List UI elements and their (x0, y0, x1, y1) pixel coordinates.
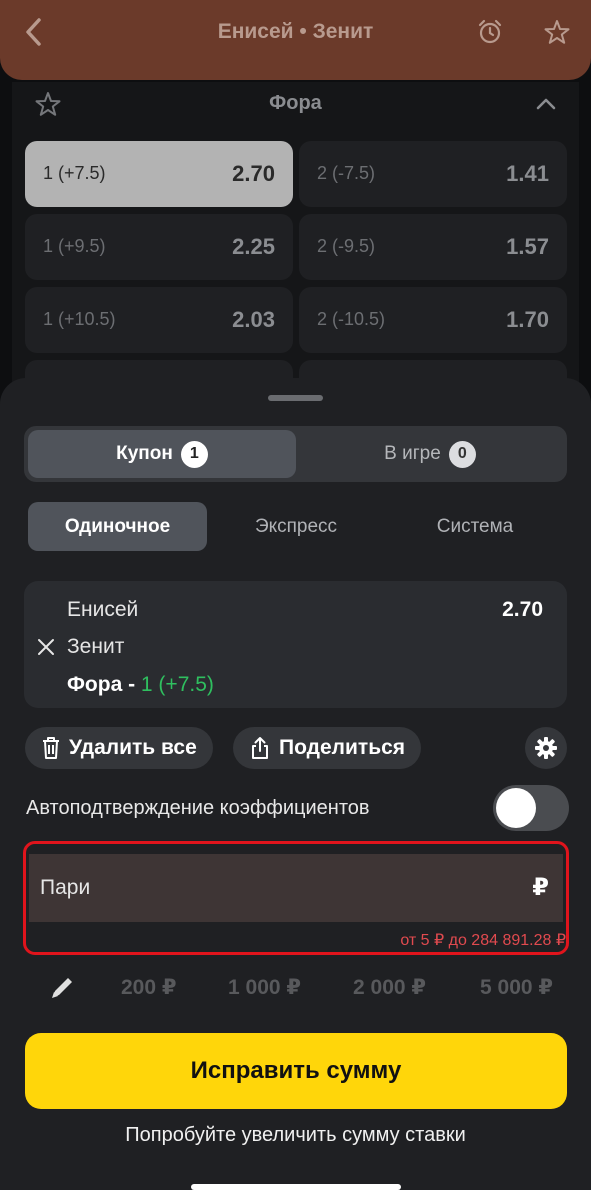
tab-live[interactable]: В игре 0 (296, 430, 564, 478)
odd-value: 1.57 (506, 234, 549, 259)
trash-icon (43, 737, 59, 759)
odd-label: 2 (-7.5) (317, 163, 376, 183)
bet-slip-sheet: Купон 1 В игре 0 Одиночное Экспресс Сист… (0, 378, 591, 1190)
delete-all-button[interactable]: Удалить все (25, 727, 213, 769)
quick-amount-button[interactable]: 200 ₽ (121, 975, 176, 1000)
quick-amount-button[interactable]: 1 000 ₽ (228, 975, 301, 1000)
coupon-odds: 2.70 (502, 598, 543, 621)
odd-label: 1 (+10.5) (43, 309, 116, 329)
match-header: Енисей • Зенит (0, 0, 591, 80)
odd-label: 2 (-9.5) (317, 236, 376, 256)
share-icon (252, 737, 268, 759)
handicap-market: Фора 1 (+7.5) 2.70 2 (-7.5) 1.41 1 (+9.5… (12, 82, 579, 426)
odd-button[interactable]: 2 (-10.5) 1.70 (299, 287, 567, 353)
fix-amount-button[interactable]: Исправить сумму (25, 1033, 567, 1109)
stake-field-error: Пари ₽ от 5 ₽ до 284 891.28 ₽ (23, 841, 569, 955)
favorite-star-icon[interactable] (543, 18, 571, 46)
bet-type-express[interactable]: Экспресс (207, 502, 385, 551)
tab-live-label: В игре (384, 443, 441, 464)
odd-label: 2 (-10.5) (317, 309, 386, 329)
odd-button[interactable]: 1 (+10.5) 2.03 (25, 287, 293, 353)
stake-hint: Попробуйте увеличить сумму ставки (125, 1124, 466, 1146)
coupon-card: Енисей 2.70 Зенит Фора - 1 (+7.5) (24, 581, 567, 708)
quick-amount-button[interactable]: 2 000 ₽ (353, 975, 426, 1000)
odd-button[interactable]: 2 (-9.5) 1.57 (299, 214, 567, 280)
quick-amount-button[interactable]: 5 000 ₽ (480, 975, 553, 1000)
delete-all-label: Удалить все (69, 736, 197, 759)
odd-value: 1.41 (506, 161, 549, 186)
live-count-badge: 0 (448, 440, 476, 468)
coupon-count-badge: 1 (180, 440, 208, 468)
coupon-market-name: Фора - (67, 673, 141, 696)
odd-button[interactable]: 2 (-7.5) 1.41 (299, 141, 567, 207)
bet-type-single[interactable]: Одиночное (28, 502, 207, 551)
coupon-market: Фора - 1 (+7.5) (67, 673, 214, 697)
coupon-market-value: 1 (+7.5) (140, 673, 214, 696)
gear-icon (535, 737, 557, 759)
stake-input[interactable]: Пари ₽ (29, 854, 563, 922)
slip-tabs: Купон 1 В игре 0 (24, 426, 567, 482)
odd-value: 2.25 (232, 234, 275, 259)
odd-label: 1 (+9.5) (43, 236, 106, 256)
stake-placeholder: Пари (40, 876, 91, 899)
tab-coupon[interactable]: Купон 1 (28, 430, 296, 478)
bet-type-system[interactable]: Система (385, 502, 565, 551)
odd-button[interactable]: 1 (+9.5) 2.25 (25, 214, 293, 280)
auto-confirm-label: Автоподтверждение коэффициентов (26, 797, 370, 819)
ruble-icon: ₽ (532, 874, 549, 901)
alarm-clock-icon[interactable] (476, 18, 504, 46)
team-home: Енисей (67, 598, 139, 621)
odd-value: 2.03 (232, 307, 275, 332)
odd-label: 1 (+7.5) (43, 163, 106, 183)
auto-confirm-toggle[interactable] (493, 785, 569, 831)
odd-value: 2.70 (232, 161, 275, 186)
share-button[interactable]: Поделиться (233, 727, 422, 769)
odd-button[interactable]: 1 (+7.5) 2.70 (25, 141, 293, 207)
pencil-icon[interactable] (48, 974, 76, 1002)
odd-value: 1.70 (506, 307, 549, 332)
chevron-up-icon[interactable] (534, 94, 558, 114)
tab-coupon-label: Купон (116, 443, 173, 464)
sheet-grabber[interactable] (268, 395, 323, 401)
close-icon[interactable] (36, 637, 56, 657)
share-label: Поделиться (279, 736, 406, 759)
home-indicator (191, 1184, 401, 1190)
settings-button[interactable] (525, 727, 567, 769)
toggle-knob (496, 788, 536, 828)
stake-limits: от 5 ₽ до 284 891.28 ₽ (400, 932, 566, 949)
team-away: Зенит (67, 635, 125, 658)
market-title: Фора (269, 92, 322, 114)
